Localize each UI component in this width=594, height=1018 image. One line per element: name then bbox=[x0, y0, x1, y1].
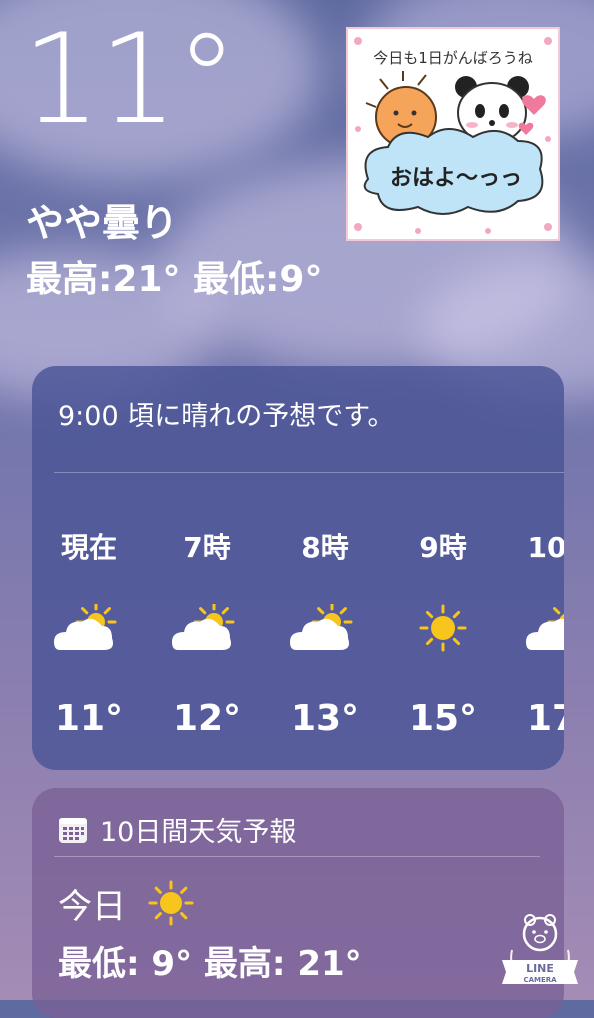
partly-cloudy-icon bbox=[54, 604, 117, 650]
hour-temperature: 12° bbox=[172, 698, 242, 736]
greeting-sticker-widget[interactable]: 今日も1日がんばろうね おはよ〜っっ bbox=[346, 27, 560, 241]
hour-temperature: 15° bbox=[408, 698, 478, 736]
hour-temperature: 13° bbox=[290, 698, 360, 736]
hourly-forecast-card[interactable]: 9:00 頃に晴れの予想です。 現在 11° 7時 12° 8時 13° 9時 15° 10時 1… bbox=[32, 366, 564, 770]
hour-label: 10時 bbox=[527, 531, 564, 564]
today-label: 今日 bbox=[58, 886, 126, 927]
card-divider bbox=[54, 472, 564, 473]
sticker-main-text: おはよ〜っっ bbox=[390, 166, 522, 191]
hour-temperature: 11° bbox=[54, 698, 124, 736]
watermark-camera: CAMERA bbox=[523, 976, 557, 984]
partly-cloudy-icon bbox=[290, 604, 353, 650]
current-temperature: 11° bbox=[22, 8, 238, 152]
hourly-row[interactable]: 現在 11° 7時 12° 8時 13° 9時 15° 10時 17° bbox=[32, 526, 564, 736]
today-row[interactable]: 今日 bbox=[58, 876, 198, 930]
current-high-low: 最高:21° 最低:9° bbox=[26, 259, 323, 300]
calendar-icon bbox=[59, 817, 87, 843]
hour-label: 7時 bbox=[183, 531, 231, 564]
watermark-line: LINE bbox=[526, 962, 554, 975]
hourly-summary: 9:00 頃に晴れの予想です。 bbox=[58, 401, 395, 432]
sun-icon bbox=[148, 880, 194, 926]
ten-day-header: 10日間天気予報 bbox=[58, 810, 296, 849]
line-camera-watermark: LINE CAMERA bbox=[498, 910, 582, 992]
sticker-top-text: 今日も1日がんばろうね bbox=[373, 49, 533, 67]
current-condition: やや曇り bbox=[26, 201, 179, 245]
ten-day-title: 10日間天気予報 bbox=[100, 817, 297, 848]
hour-label: 8時 bbox=[301, 531, 349, 564]
hour-label: 9時 bbox=[419, 531, 467, 564]
partly-cloudy-icon bbox=[172, 604, 235, 650]
ten-day-forecast-card[interactable]: 10日間天気予報 今日 最低: 9° 最高: 21° bbox=[32, 788, 564, 1018]
sun-icon bbox=[419, 604, 467, 652]
sticker-illustration: 今日も1日がんばろうね おはよ〜っっ bbox=[348, 29, 558, 239]
today-low-high: 最低: 9° 最高: 21° bbox=[58, 944, 362, 984]
hour-temperature: 17° bbox=[526, 698, 564, 736]
card-divider bbox=[54, 856, 540, 857]
hour-label: 現在 bbox=[60, 531, 117, 564]
partly-cloudy-icon bbox=[526, 607, 564, 650]
